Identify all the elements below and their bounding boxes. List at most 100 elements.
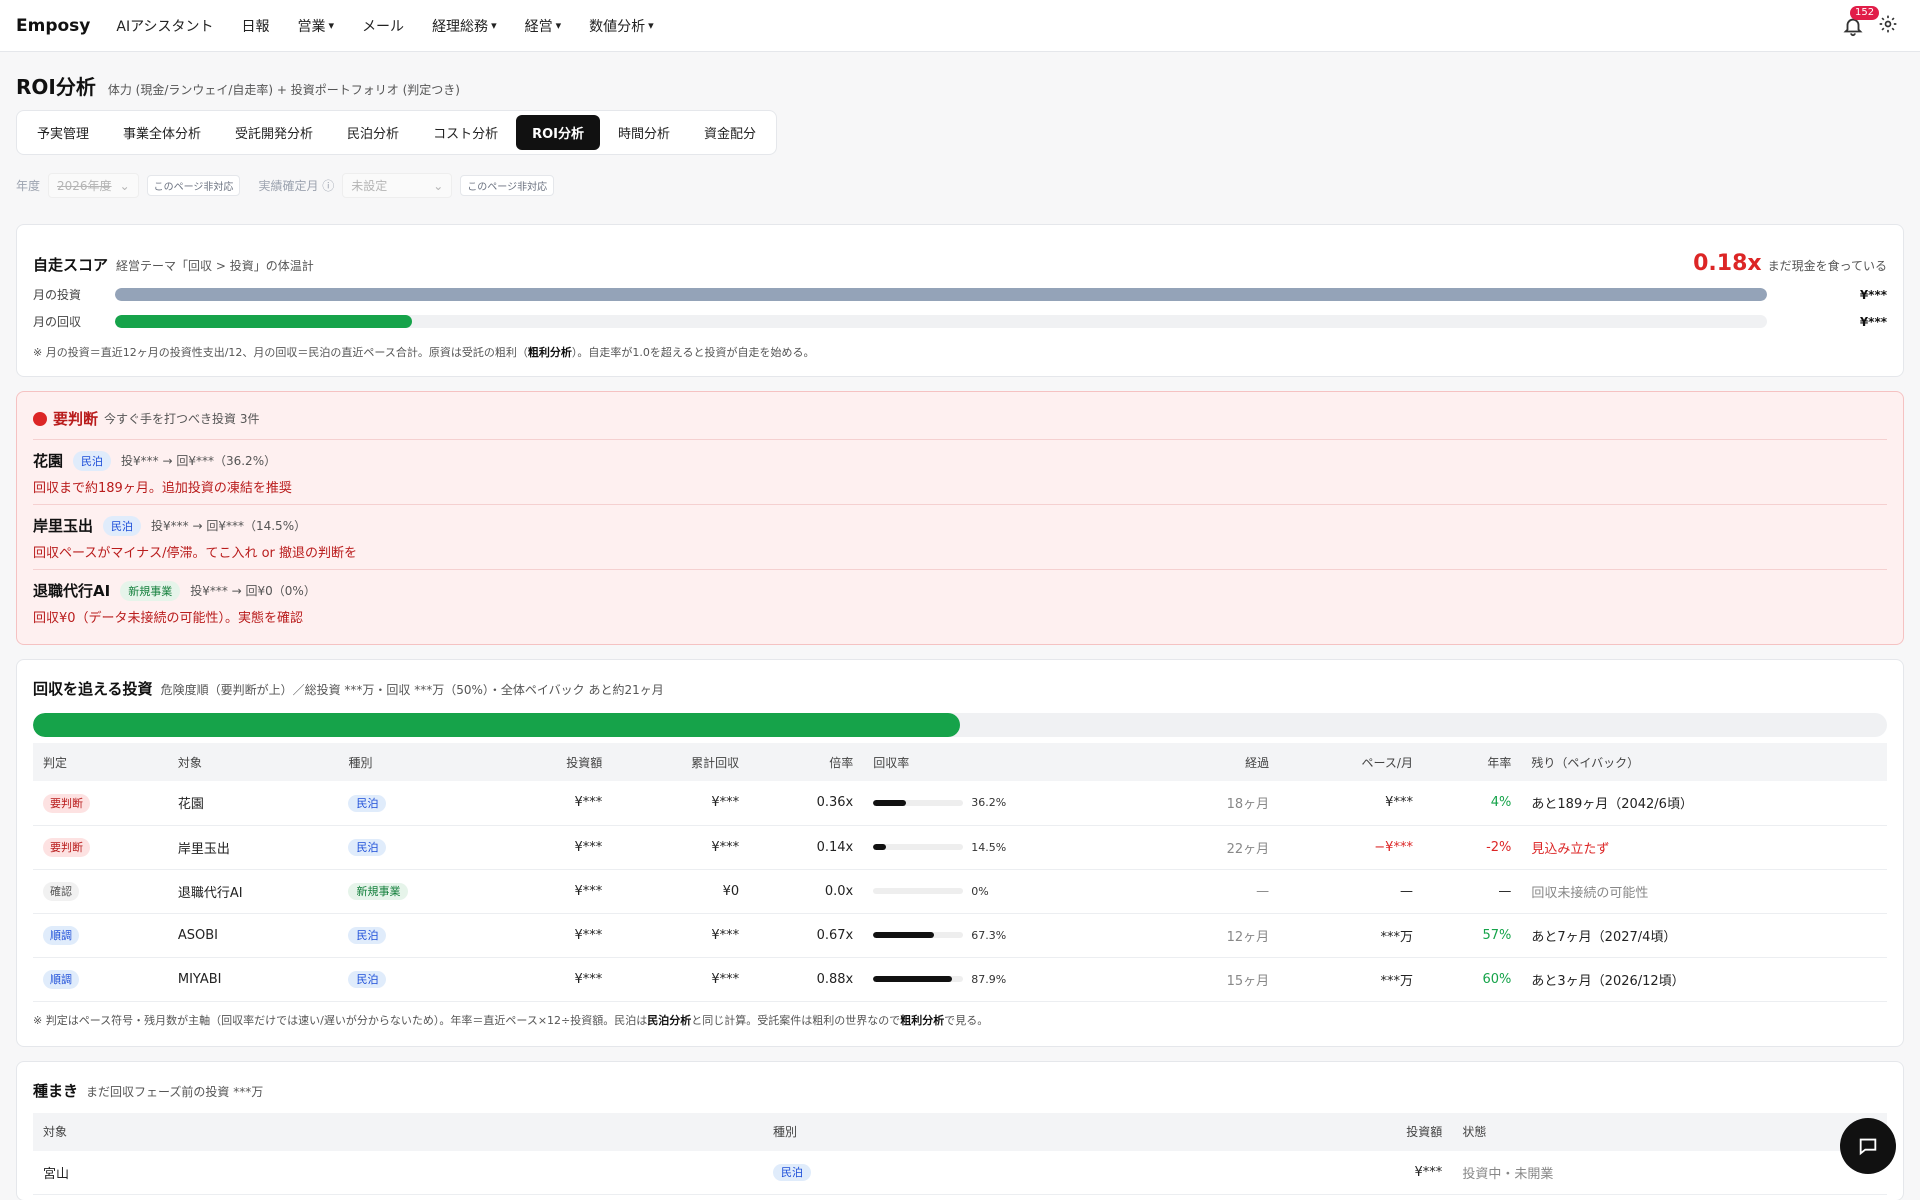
column-header[interactable]: 投資額 bbox=[499, 743, 613, 781]
notification-count-badge: 152 bbox=[1850, 5, 1880, 20]
year-select[interactable]: 2026年度 ⌄ bbox=[48, 173, 139, 198]
nav-item-label: 経営 bbox=[524, 18, 553, 35]
elapsed-cell: 15ヶ月 bbox=[1153, 957, 1280, 1002]
judge-badge: 要判断 bbox=[43, 838, 90, 857]
alert-subtitle: 今すぐ手を打つべき投資 3件 bbox=[104, 412, 260, 426]
nav-item-label: 営業 bbox=[297, 18, 326, 35]
pace-cell: — bbox=[1279, 869, 1423, 914]
type-badge: 民泊 bbox=[73, 450, 112, 471]
column-header[interactable]: 状態 bbox=[1452, 1112, 1887, 1151]
judge-badge: 要判断 bbox=[43, 793, 90, 813]
annual-cell: -2% bbox=[1422, 825, 1522, 870]
recovery-table: 判定 対象 種別 投資額 累計回収 倍率 回収率 経過 ペース/月 年率 残り（ペイバック） 要判断… bbox=[33, 743, 1887, 1002]
page-title: ROI分析 bbox=[16, 75, 96, 99]
decision-alert-card: 要判断 今すぐ手を打つべき投資 3件 花園 民泊 投¥*** → 回¥***（36.… bbox=[16, 391, 1904, 645]
gross-profit-link[interactable]: 粗利分析 bbox=[528, 346, 572, 359]
nav-item[interactable]: 営業 ▾ bbox=[298, 16, 335, 36]
recovered-cell: ¥*** bbox=[612, 913, 750, 958]
pace-cell: ***万 bbox=[1279, 913, 1423, 958]
alert-item[interactable]: 退職代行AI 新規事業 投¥*** → 回¥0（0%） 回収¥0（データ未接続の可能性… bbox=[33, 569, 1887, 634]
column-header[interactable]: 年率 bbox=[1422, 743, 1522, 781]
multiple-cell: 0.0x bbox=[749, 869, 864, 914]
tab-4[interactable]: コスト分析 bbox=[417, 115, 514, 150]
table-row[interactable]: 順調 MIYABI 民泊 ¥*** ¥*** 0.88x 87.9% 15ヶ月 ***万 60% あ… bbox=[33, 957, 1887, 1002]
alert-item-amount: 投¥*** → 回¥***（14.5%） bbox=[151, 519, 307, 533]
annual-cell: 60% bbox=[1422, 957, 1522, 1002]
remaining-cell: あと189ヶ月（2042/6頃） bbox=[1521, 781, 1887, 826]
tab-0[interactable]: 予実管理 bbox=[21, 115, 105, 150]
tab-7[interactable]: 資金配分 bbox=[688, 115, 772, 150]
judge-badge: 順調 bbox=[43, 970, 79, 989]
type-badge: 民泊 bbox=[773, 1164, 811, 1182]
confirm-month-select[interactable]: 未設定 ⌄ bbox=[342, 173, 453, 198]
chat-fab-button[interactable] bbox=[1840, 1118, 1896, 1174]
alert-dot-icon bbox=[33, 411, 47, 426]
table-row[interactable]: 要判断 花園 民泊 ¥*** ¥*** 0.36x 36.2% 18ヶ月 ¥*** 4% あと189… bbox=[33, 781, 1887, 826]
column-header[interactable]: 種別 bbox=[763, 1112, 1233, 1151]
recovery-rate-bar: 14.5% bbox=[873, 841, 1143, 854]
tab-5[interactable]: ROI分析 bbox=[516, 115, 600, 150]
alert-item-message: 回収¥0（データ未接続の可能性）。実態を確認 bbox=[33, 611, 304, 626]
nav-item[interactable]: 数値分析 ▾ bbox=[589, 16, 654, 36]
seeding-subtitle: まだ回収フェーズ前の投資 ***万 bbox=[86, 1084, 264, 1099]
table-row[interactable]: 順調 ASOBI 民泊 ¥*** ¥*** 0.67x 67.3% 12ヶ月 ***万 57% あと… bbox=[33, 913, 1887, 958]
type-badge: 民泊 bbox=[103, 515, 142, 536]
confirm-unsupported-chip: このページ非対応 bbox=[460, 175, 555, 196]
pace-cell: ***万 bbox=[1279, 957, 1423, 1002]
invest-cell: ¥*** bbox=[499, 869, 613, 914]
judge-badge: 順調 bbox=[43, 926, 79, 945]
tab-2[interactable]: 受託開発分析 bbox=[219, 115, 329, 150]
column-header[interactable]: 回収率 bbox=[863, 743, 1154, 781]
column-header[interactable]: 判定 bbox=[33, 743, 168, 781]
column-header[interactable]: 種別 bbox=[338, 743, 500, 781]
tab-1[interactable]: 事業全体分析 bbox=[107, 115, 217, 150]
nav-item[interactable]: 日報 bbox=[242, 16, 270, 36]
alert-item[interactable]: 花園 民泊 投¥*** → 回¥***（36.2%） 回収まで約189ヶ月。追加投資の… bbox=[33, 439, 1887, 504]
table-row[interactable]: 要判断 岸里玉出 民泊 ¥*** ¥*** 0.14x 14.5% 22ヶ月 −¥*** -2% 見… bbox=[33, 825, 1887, 870]
column-header[interactable]: 対象 bbox=[33, 1112, 763, 1151]
gross-profit-link[interactable]: 粗利分析 bbox=[900, 1014, 944, 1027]
brand-logo[interactable]: Emposy bbox=[16, 16, 90, 36]
recovery-subtitle: 危険度順（要判断が上）／総投資 ***万・回収 ***万（50%）・全体ペイバッ… bbox=[160, 683, 664, 697]
tab-3[interactable]: 民泊分析 bbox=[331, 115, 415, 150]
nav-item[interactable]: 経営 ▾ bbox=[525, 16, 562, 36]
column-header[interactable]: 倍率 bbox=[749, 743, 864, 781]
column-header[interactable]: 残り（ペイバック） bbox=[1521, 743, 1887, 781]
nav-item-label: 数値分析 bbox=[589, 18, 646, 35]
settings-gear-icon[interactable] bbox=[1878, 14, 1898, 38]
column-header[interactable]: 累計回収 bbox=[612, 743, 750, 781]
confirm-month-label: 実績確定月 ⓘ bbox=[258, 179, 335, 193]
tab-6[interactable]: 時間分析 bbox=[602, 115, 686, 150]
nav-item[interactable]: AIアシスタント bbox=[116, 16, 213, 36]
column-header[interactable]: 対象 bbox=[167, 743, 339, 781]
table-row[interactable]: 宮山 民泊 ¥*** 投資中・未開業 bbox=[33, 1150, 1887, 1195]
column-header[interactable]: ペース/月 bbox=[1279, 743, 1423, 781]
column-header[interactable]: 経過 bbox=[1153, 743, 1280, 781]
elapsed-cell: — bbox=[1153, 869, 1280, 914]
minpaku-analysis-link[interactable]: 民泊分析 bbox=[647, 1014, 691, 1027]
column-header[interactable]: 投資額 bbox=[1233, 1112, 1453, 1151]
self-score-value: 0.18x bbox=[1693, 251, 1762, 276]
elapsed-cell: 22ヶ月 bbox=[1153, 825, 1280, 870]
recovery-rate-label: 67.3% bbox=[971, 928, 1007, 942]
nav-item[interactable]: 経理総務 ▾ bbox=[432, 16, 497, 36]
alert-item[interactable]: 岸里玉出 民泊 投¥*** → 回¥***（14.5%） 回収ペースがマイナス/停滞。… bbox=[33, 504, 1887, 569]
seeding-card: 種まき まだ回収フェーズ前の投資 ***万 対象 種別 投資額 状態 宮山 民泊 ¥***… bbox=[16, 1060, 1904, 1200]
notification-bell-icon[interactable]: 152 bbox=[1842, 5, 1880, 37]
recovery-note: ※ 判定はペース符号・残月数が主軸（回収率だけでは速い/遅いが分からないため）。… bbox=[33, 1013, 989, 1027]
seeding-title: 種まき bbox=[33, 1081, 79, 1100]
info-icon: ⓘ bbox=[322, 179, 335, 193]
table-row[interactable]: 確認 退職代行AI 新規事業 ¥*** ¥0 0.0x 0% — — — 回収未接続の可能性 bbox=[33, 869, 1887, 914]
total-recovery-fill bbox=[33, 713, 960, 737]
type-badge: 民泊 bbox=[348, 794, 387, 812]
target-cell: 退職代行AI bbox=[167, 869, 339, 914]
top-nav: Emposy AIアシスタント 日報 営業 ▾ メール 経理総務 ▾ 経営 ▾ 数値分析 ▾ 152 bbox=[0, 0, 1920, 52]
alert-item-name: 退職代行AI bbox=[33, 582, 111, 600]
multiple-cell: 0.14x bbox=[749, 825, 864, 870]
nav-item-label: AIアシスタント bbox=[116, 18, 214, 35]
nav-item[interactable]: メール bbox=[362, 16, 404, 36]
self-score-status: まだ現金を食っている bbox=[1767, 259, 1887, 273]
recovery-rate-label: 14.5% bbox=[971, 840, 1007, 854]
multiple-cell: 0.88x bbox=[749, 957, 864, 1002]
score-row-label: 月の回収 bbox=[33, 315, 82, 329]
